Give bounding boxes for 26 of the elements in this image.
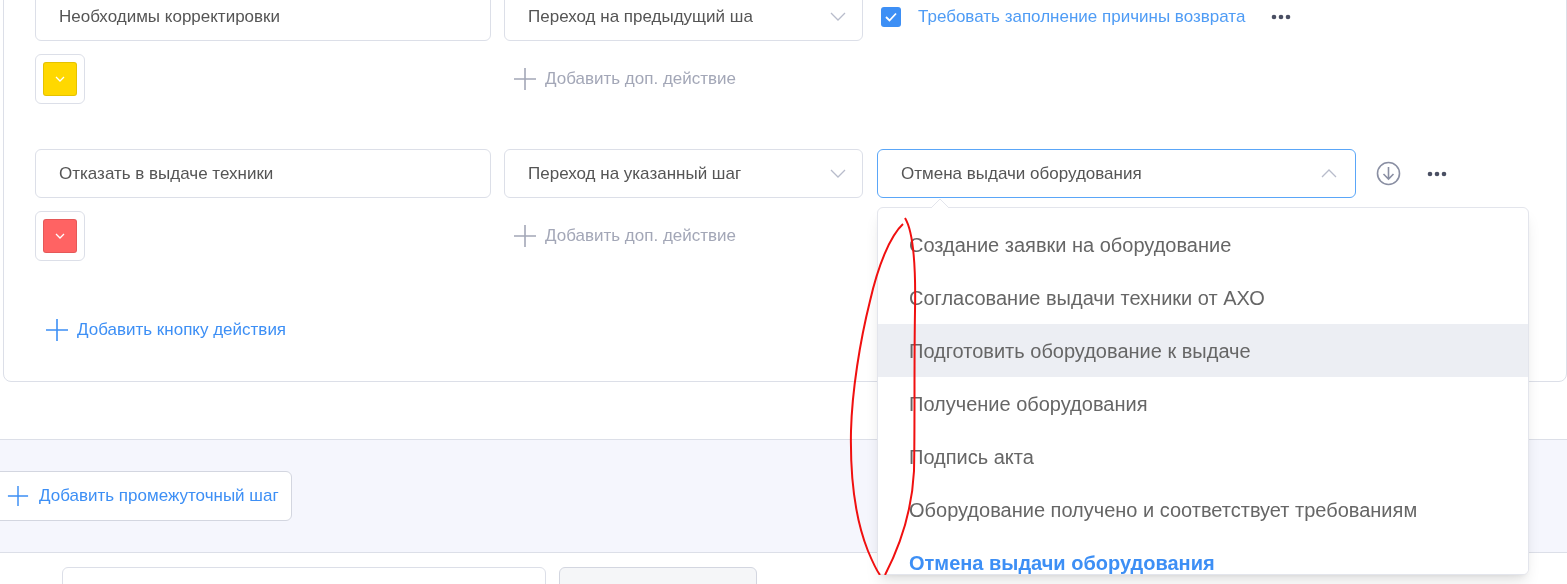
option-label: Отмена выдачи оборудования	[909, 550, 1215, 574]
plus-icon	[513, 67, 537, 91]
more-icon[interactable]	[1271, 13, 1292, 20]
checkbox-label[interactable]: Требовать заполнение причины возврата	[918, 3, 1246, 30]
plus-icon	[7, 484, 29, 507]
more-icon[interactable]	[1427, 170, 1447, 177]
add-action-button-link[interactable]: Добавить кнопку действия	[45, 317, 287, 343]
chevron-up-icon	[1321, 169, 1337, 178]
action-select[interactable]: Переход на предыдущий ша	[504, 0, 863, 41]
option-label: Оборудование получено и соответствует требованиям	[909, 497, 1418, 523]
download-circle-icon[interactable]	[1376, 161, 1401, 186]
dropdown-option[interactable]: Оборудование получено и соответствует требованиям	[878, 483, 1528, 536]
button-name-field[interactable]: Отказать в выдаче техники	[35, 149, 491, 198]
action-select[interactable]: Переход на указанный шаг	[504, 149, 863, 198]
dropdown-option[interactable]: Отмена выдачи оборудования	[878, 536, 1528, 574]
checkbox[interactable]	[881, 6, 901, 27]
plus-icon	[513, 224, 537, 248]
button-name-field[interactable]: Необходимы корректировки	[35, 0, 491, 41]
check-icon	[885, 11, 897, 22]
step-select[interactable]: Отмена выдачи оборудования	[877, 149, 1356, 198]
chevron-down-icon	[830, 169, 846, 178]
plus-icon	[45, 317, 69, 342]
color-picker[interactable]	[35, 211, 85, 261]
color-picker[interactable]	[35, 54, 85, 104]
add-step-button[interactable]: Добавить промежуточный шаг	[0, 470, 292, 521]
chevron-down-icon	[830, 12, 846, 21]
